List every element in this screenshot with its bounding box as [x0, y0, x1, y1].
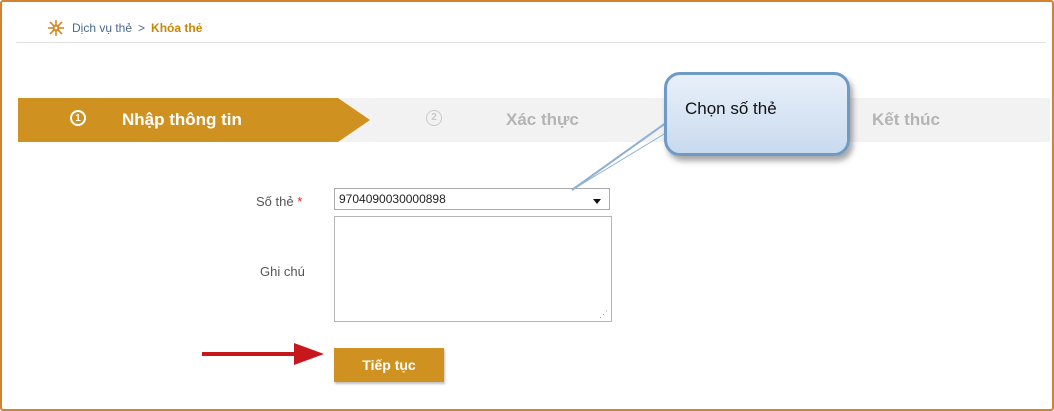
breadcrumb-current: Khóa thẻ [151, 21, 203, 35]
card-number-label: Số thẻ * [256, 194, 302, 209]
tooltip-callout: Chọn số thẻ [664, 72, 850, 156]
steps-bar: 1 Nhập thông tin 2 Xác thực Kết thúc [18, 98, 1050, 142]
resize-grip-icon[interactable]: ⋰ [599, 310, 608, 319]
step-1-number-icon: 1 [70, 110, 86, 126]
step-2-label: Xác thực [506, 110, 579, 129]
breadcrumb-divider [16, 42, 1046, 43]
note-textarea[interactable]: ⋰ [334, 216, 612, 322]
page-frame: Dịch vụ thẻ > Khóa thẻ 1 Nhập thông tin … [0, 0, 1054, 411]
breadcrumb: Dịch vụ thẻ > Khóa thẻ [46, 16, 202, 40]
breadcrumb-parent-link[interactable]: Dịch vụ thẻ [72, 21, 132, 35]
step-1-arrow [338, 98, 370, 142]
note-label: Ghi chú [260, 264, 305, 279]
red-arrow-icon [202, 343, 324, 365]
step-1-label: Nhập thông tin [122, 110, 242, 129]
required-mark: * [297, 194, 303, 209]
card-number-select[interactable]: 9704090030000898 [334, 188, 610, 210]
service-gear-icon [48, 20, 64, 36]
step-3-label: Kết thúc [872, 110, 940, 129]
dropdown-arrow-icon[interactable] [593, 199, 601, 204]
continue-button[interactable]: Tiếp tục [334, 348, 444, 382]
callout-text: Chọn số thẻ [685, 99, 777, 118]
breadcrumb-separator: > [138, 21, 146, 35]
card-number-label-text: Số thẻ [256, 194, 294, 209]
card-number-value: 9704090030000898 [339, 192, 446, 206]
step-2-number-icon: 2 [426, 110, 442, 126]
